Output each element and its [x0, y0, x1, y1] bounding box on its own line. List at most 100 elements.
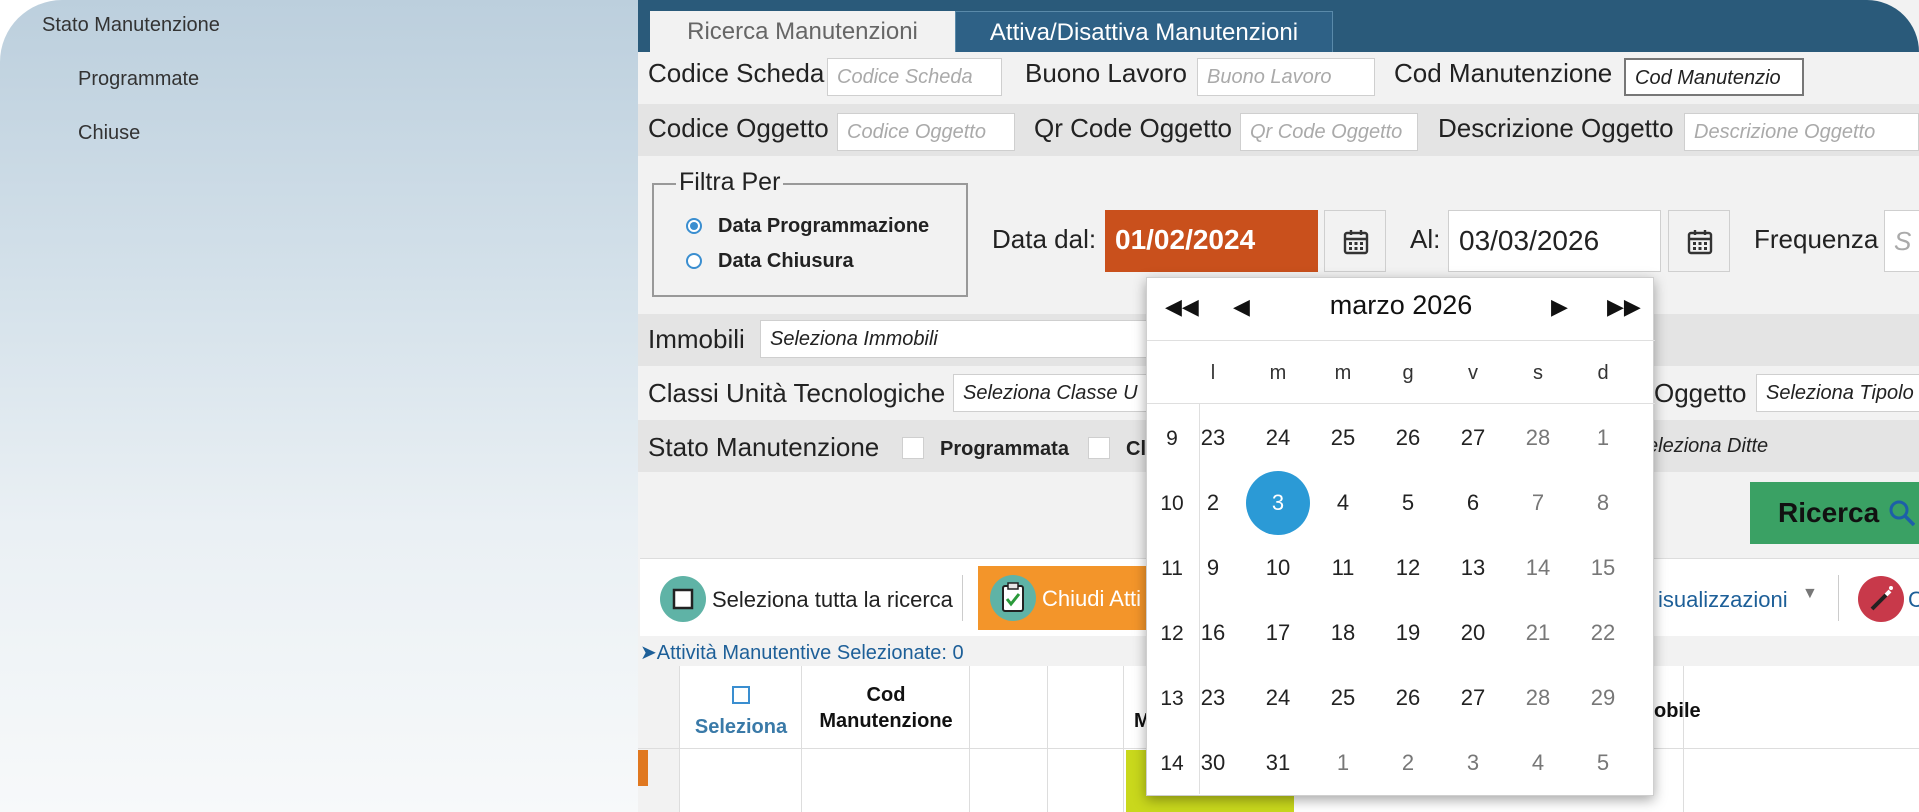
buono-lavoro-input[interactable]: Buono Lavoro — [1197, 58, 1375, 96]
day-cell[interactable]: 20 — [1441, 601, 1505, 665]
day-cell[interactable]: 30 — [1181, 731, 1245, 795]
day-cell[interactable]: 23 — [1181, 406, 1245, 470]
day-cell[interactable]: 26 — [1376, 406, 1440, 470]
arrow-right-icon: ➤ — [640, 642, 657, 664]
frequenza-input[interactable]: S — [1884, 210, 1919, 272]
day-cell[interactable]: 13 — [1441, 536, 1505, 600]
codice-oggetto-label: Codice Oggetto — [648, 113, 829, 143]
grid-column — [970, 666, 1048, 812]
header-select-checkbox[interactable] — [732, 686, 750, 704]
weekday-header: d — [1597, 362, 1609, 384]
chiudi-attivita-button[interactable]: Chiudi Atti — [978, 566, 1158, 630]
tipologia-oggetto-label: Oggetto — [1654, 378, 1747, 408]
day-cell[interactable]: 14 — [1506, 536, 1570, 600]
day-cell[interactable]: 2 — [1376, 731, 1440, 795]
day-cell[interactable]: 27 — [1441, 406, 1505, 470]
chiusa-label[interactable]: Cl — [1126, 438, 1146, 461]
day-cell[interactable]: 26 — [1376, 666, 1440, 730]
day-cell[interactable]: 5 — [1571, 731, 1635, 795]
day-cell[interactable]: 25 — [1311, 406, 1375, 470]
datepicker-month-title[interactable]: marzo 2026 — [1147, 290, 1655, 321]
day-cell[interactable]: 7 — [1506, 471, 1570, 535]
day-cell[interactable]: 1 — [1571, 406, 1635, 470]
buono-lavoro-label: Buono Lavoro — [1025, 58, 1187, 88]
radio-data-programmazione-label[interactable]: Data Programmazione — [718, 215, 929, 238]
day-cell[interactable]: 4 — [1506, 731, 1570, 795]
header-manutenzione[interactable]: Manutenzione — [802, 710, 970, 733]
cod-manutenzione-input[interactable]: Cod Manutenzio — [1624, 58, 1804, 96]
header-immobile[interactable]: obile — [1654, 700, 1701, 723]
day-cell[interactable]: 24 — [1246, 406, 1310, 470]
select-all-button-icon[interactable] — [660, 576, 706, 622]
day-cell[interactable]: 2 — [1181, 471, 1245, 535]
day-cell[interactable]: 3 — [1441, 731, 1505, 795]
day-cell[interactable]: 24 — [1246, 666, 1310, 730]
data-dal-calendar-button[interactable] — [1324, 210, 1386, 272]
day-cell[interactable]: 28 — [1506, 666, 1570, 730]
radio-data-chiusura-label[interactable]: Data Chiusura — [718, 250, 854, 273]
calendar-icon — [1343, 230, 1369, 255]
programmata-label[interactable]: Programmata — [940, 438, 1069, 461]
day-cell[interactable]: 29 — [1571, 666, 1635, 730]
next-month-icon[interactable]: ▶ — [1551, 294, 1568, 320]
day-cell[interactable]: 31 — [1246, 731, 1310, 795]
chiusa-checkbox[interactable] — [1088, 437, 1110, 459]
day-cell[interactable]: 10 — [1246, 536, 1310, 600]
sidebar-item-programmate[interactable]: Programmate — [78, 68, 199, 91]
day-cell[interactable]: 1 — [1311, 731, 1375, 795]
day-cell[interactable]: 11 — [1311, 536, 1375, 600]
day-cell[interactable]: 15 — [1571, 536, 1635, 600]
programmata-checkbox[interactable] — [902, 437, 924, 459]
day-cell[interactable]: 12 — [1376, 536, 1440, 600]
caret-down-icon[interactable]: ▼ — [1802, 585, 1818, 603]
descrizione-oggetto-input[interactable]: Descrizione Oggetto — [1684, 113, 1919, 151]
toolbar-last-label[interactable]: C — [1908, 587, 1919, 613]
tab-attiva-disattiva[interactable]: Attiva/Disattiva Manutenzioni — [955, 11, 1333, 52]
day-cell[interactable]: 6 — [1441, 471, 1505, 535]
day-cell[interactable]: 23 — [1181, 666, 1245, 730]
tipologia-oggetto-select[interactable]: Seleziona Tipolo — [1756, 374, 1919, 412]
day-cell[interactable]: 5 — [1376, 471, 1440, 535]
select-all-label[interactable]: Seleziona tutta la ricerca — [712, 587, 953, 613]
filtra-per-legend: Filtra Per — [676, 168, 784, 197]
tab-ricerca-manutenzioni[interactable]: Ricerca Manutenzioni — [650, 11, 955, 52]
header-cod[interactable]: Cod — [802, 684, 970, 707]
day-cell[interactable]: 4 — [1311, 471, 1375, 535]
day-cell[interactable]: 19 — [1376, 601, 1440, 665]
day-cell[interactable]: 27 — [1441, 666, 1505, 730]
day-cell[interactable]: 21 — [1506, 601, 1570, 665]
day-cell[interactable]: 17 — [1246, 601, 1310, 665]
sidebar-item-chiuse[interactable]: Chiuse — [78, 122, 140, 145]
day-cell[interactable]: 3 — [1246, 471, 1310, 535]
al-input[interactable]: 03/03/2026 — [1448, 210, 1661, 272]
classi-label: Classi Unità Tecnologiche — [648, 378, 946, 408]
radio-data-programmazione[interactable] — [686, 218, 702, 234]
grid-column-seleziona: Seleziona — [680, 666, 802, 812]
visualizzazioni-label[interactable]: isualizzazioni — [1658, 587, 1788, 613]
header-seleziona[interactable]: Seleziona — [680, 716, 802, 739]
al-calendar-button[interactable] — [1668, 210, 1730, 272]
day-cell[interactable]: 16 — [1181, 601, 1245, 665]
calendar-icon — [1687, 230, 1713, 255]
day-cell[interactable]: 25 — [1311, 666, 1375, 730]
classi-select[interactable]: Seleziona Classe U — [953, 374, 1153, 412]
codice-oggetto-input[interactable]: Codice Oggetto — [837, 113, 1015, 151]
day-cell[interactable]: 9 — [1181, 536, 1245, 600]
magic-wand-icon[interactable] — [1858, 576, 1904, 622]
codice-scheda-input[interactable]: Codice Scheda — [827, 58, 1002, 96]
qr-code-input[interactable]: Qr Code Oggetto — [1240, 113, 1418, 151]
day-cell[interactable]: 22 — [1571, 601, 1635, 665]
ditte-select[interactable]: eleziona Ditte — [1638, 428, 1919, 466]
weekday-header: m — [1334, 362, 1352, 384]
next-year-icon[interactable]: ▶▶ — [1607, 294, 1641, 320]
grid-column — [1048, 666, 1124, 812]
day-cell[interactable]: 28 — [1506, 406, 1570, 470]
immobili-select[interactable]: Seleziona Immobili — [760, 320, 1180, 358]
weekday-header: l — [1210, 362, 1216, 384]
data-dal-input[interactable]: 01/02/2024 — [1105, 210, 1318, 272]
sidebar-title[interactable]: Stato Manutenzione — [42, 14, 220, 37]
ricerca-button[interactable]: Ricerca — [1750, 482, 1919, 544]
day-cell[interactable]: 8 — [1571, 471, 1635, 535]
day-cell[interactable]: 18 — [1311, 601, 1375, 665]
radio-data-chiusura[interactable] — [686, 253, 702, 269]
